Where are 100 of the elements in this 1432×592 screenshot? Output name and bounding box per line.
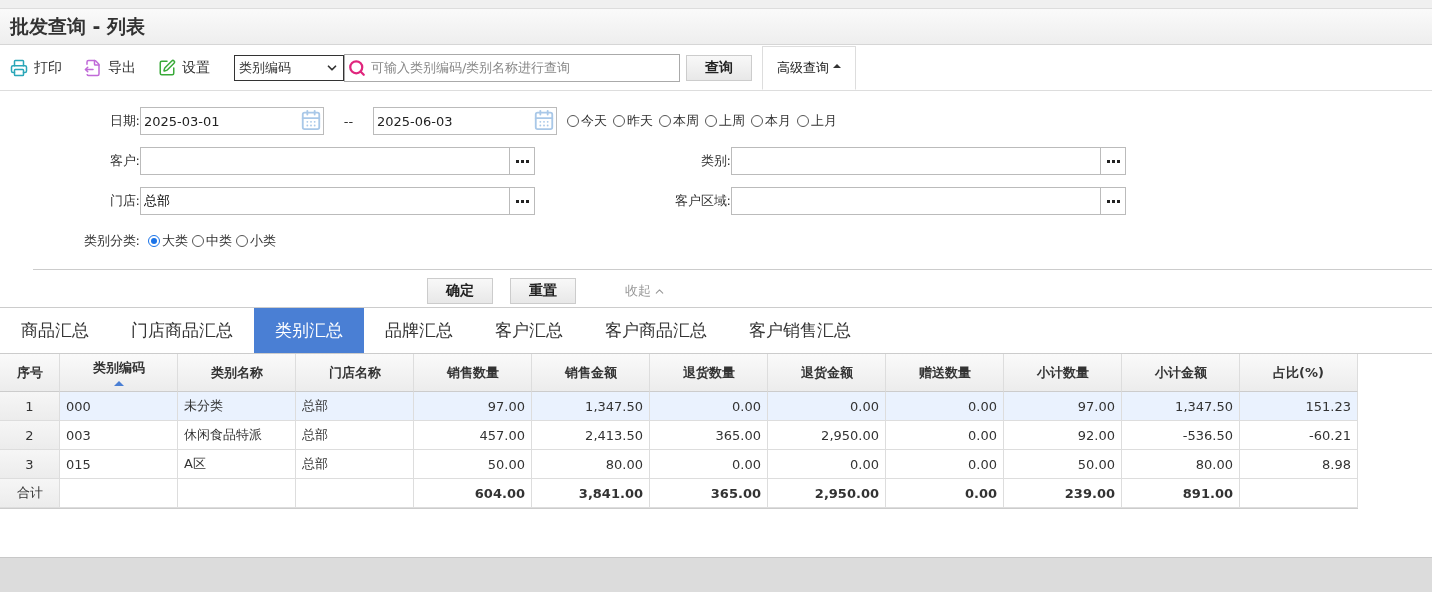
- table-cell: 0.00: [886, 421, 1004, 450]
- radio-option[interactable]: 本月: [751, 112, 791, 130]
- toolbar-button[interactable]: 打印: [10, 58, 62, 77]
- table-cell: 365.00: [650, 421, 768, 450]
- radio-option[interactable]: 小类: [236, 232, 276, 250]
- table-cell: 000: [60, 392, 178, 421]
- picker-field[interactable]: [731, 187, 1101, 215]
- column-header[interactable]: 赠送数量: [886, 354, 1004, 392]
- radio-option[interactable]: 上周: [705, 112, 745, 130]
- date-field[interactable]: 2025-03-01: [140, 107, 324, 135]
- table-cell: 891.00: [1122, 479, 1240, 508]
- table-cell: 365.00: [650, 479, 768, 508]
- toolbar-button[interactable]: 导出: [84, 58, 136, 77]
- table-cell: 003: [60, 421, 178, 450]
- table-cell: 1,347.50: [532, 392, 650, 421]
- search-icon: [348, 58, 366, 77]
- table-cell: 604.00: [414, 479, 532, 508]
- table-cell: 0.00: [886, 392, 1004, 421]
- table-cell: 1,347.50: [1122, 392, 1240, 421]
- table-cell: 92.00: [1004, 421, 1122, 450]
- table-cell: 未分类: [178, 392, 296, 421]
- table-cell: 2,950.00: [768, 421, 886, 450]
- table-cell: 总部: [296, 392, 414, 421]
- column-header[interactable]: 序号: [0, 354, 60, 392]
- field-label: 日期:: [108, 112, 140, 130]
- table-cell: 50.00: [1004, 450, 1122, 479]
- radio-option[interactable]: 大类: [148, 232, 188, 250]
- more-button[interactable]: [1101, 187, 1126, 215]
- table-cell: 151.23: [1240, 392, 1358, 421]
- table-cell: 1: [0, 392, 60, 421]
- table-cell: 总部: [296, 450, 414, 479]
- picker-field[interactable]: [140, 147, 510, 175]
- table-cell: 80.00: [1122, 450, 1240, 479]
- radio-option[interactable]: 中类: [192, 232, 232, 250]
- column-header[interactable]: 销售金额: [532, 354, 650, 392]
- table-cell: A区: [178, 450, 296, 479]
- field-label: 门店:: [108, 192, 140, 210]
- more-button[interactable]: [510, 147, 535, 175]
- export-icon: [84, 58, 102, 77]
- toolbar-button[interactable]: 设置: [158, 58, 210, 77]
- table-cell: 50.00: [414, 450, 532, 479]
- picker-field[interactable]: [731, 147, 1101, 175]
- table-cell: 0.00: [768, 392, 886, 421]
- column-header[interactable]: 类别名称: [178, 354, 296, 392]
- table-cell: 015: [60, 450, 178, 479]
- table-cell: 0.00: [886, 479, 1004, 508]
- page-title: 批发查询 - 列表: [10, 13, 146, 39]
- calendar-icon[interactable]: [300, 109, 322, 131]
- table-cell: 0.00: [650, 392, 768, 421]
- tab[interactable]: 类别汇总: [254, 308, 364, 353]
- table-cell: 0.00: [768, 450, 886, 479]
- picker-field[interactable]: 总部: [140, 187, 510, 215]
- more-button[interactable]: [510, 187, 535, 215]
- form-button[interactable]: 重置: [510, 278, 576, 304]
- field-label: 客户:: [108, 152, 140, 170]
- table-cell: 0.00: [650, 450, 768, 479]
- table-cell: 457.00: [414, 421, 532, 450]
- radio-option[interactable]: 上月: [797, 112, 837, 130]
- table-cell: 239.00: [1004, 479, 1122, 508]
- advanced-query-tab[interactable]: 高级查询: [762, 46, 856, 90]
- table-cell: 2,950.00: [768, 479, 886, 508]
- table-cell: 2,413.50: [532, 421, 650, 450]
- table-cell: 80.00: [532, 450, 650, 479]
- column-header[interactable]: 类别编码: [60, 354, 178, 392]
- field-label: 类别分类:: [82, 232, 140, 250]
- table-cell: 2: [0, 421, 60, 450]
- table-cell: 休闲食品特派: [178, 421, 296, 450]
- table-cell: 总部: [296, 421, 414, 450]
- radio-option[interactable]: 昨天: [613, 112, 653, 130]
- column-header[interactable]: 退货数量: [650, 354, 768, 392]
- table-cell: 3: [0, 450, 60, 479]
- table-cell: 97.00: [1004, 392, 1122, 421]
- field-label: 类别:: [699, 152, 731, 170]
- table-cell: 97.00: [414, 392, 532, 421]
- query-button[interactable]: 查询: [686, 54, 752, 81]
- edit-icon: [158, 58, 176, 77]
- column-header[interactable]: 门店名称: [296, 354, 414, 392]
- table-cell: -536.50: [1122, 421, 1240, 450]
- search-field[interactable]: 可输入类别编码/类别名称进行查询: [344, 53, 680, 82]
- radio-option[interactable]: 本周: [659, 112, 699, 130]
- printer-icon: [10, 58, 28, 77]
- calendar-icon[interactable]: [533, 109, 555, 131]
- form-button[interactable]: 确定: [427, 278, 493, 304]
- search-type-select[interactable]: 类别编码: [234, 54, 344, 81]
- table-cell: 合计: [0, 479, 60, 508]
- table-cell: -60.21: [1240, 421, 1358, 450]
- field-label: 客户区域:: [673, 192, 731, 210]
- table-cell: 8.98: [1240, 450, 1358, 479]
- table-cell: 3,841.00: [532, 479, 650, 508]
- column-header[interactable]: 销售数量: [414, 354, 532, 392]
- more-button[interactable]: [1101, 147, 1126, 175]
- column-header[interactable]: 占比(%): [1240, 354, 1358, 392]
- range-separator: --: [342, 113, 355, 129]
- table-cell: 0.00: [886, 450, 1004, 479]
- radio-option[interactable]: 今天: [567, 112, 607, 130]
- date-field[interactable]: 2025-06-03: [373, 107, 557, 135]
- sort-icon: [113, 381, 124, 386]
- column-header[interactable]: 小计金额: [1122, 354, 1240, 392]
- column-header[interactable]: 退货金额: [768, 354, 886, 392]
- column-header[interactable]: 小计数量: [1004, 354, 1122, 392]
